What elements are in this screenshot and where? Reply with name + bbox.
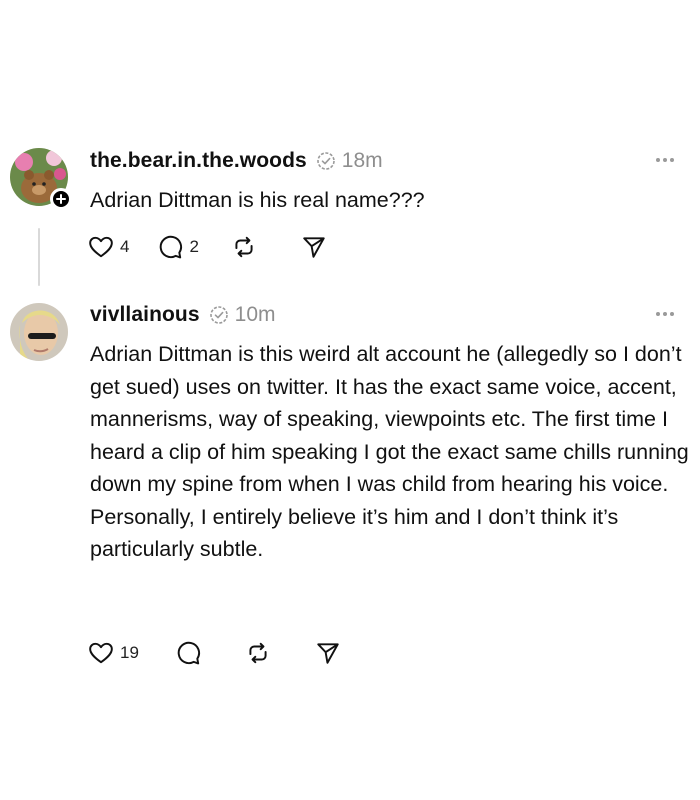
- post-text: Adrian Dittman is his real name???: [90, 188, 425, 212]
- share-button[interactable]: [315, 640, 341, 666]
- share-button[interactable]: [301, 234, 327, 260]
- action-bar: 4 2: [88, 234, 327, 260]
- like-count: 4: [120, 237, 130, 256]
- repost-button[interactable]: [245, 640, 271, 666]
- post-header: the.bear.in.the.woods 18m: [90, 147, 383, 175]
- thread-line: [38, 228, 40, 286]
- person-avatar-icon: [10, 303, 68, 361]
- username[interactable]: the.bear.in.the.woods: [90, 149, 307, 173]
- reply-button[interactable]: [175, 640, 201, 666]
- avatar[interactable]: [10, 303, 68, 361]
- verified-icon: [209, 305, 229, 325]
- more-icon[interactable]: [656, 312, 674, 316]
- post-2: vivllainous 10m Adrian Dittman is this w…: [0, 290, 700, 690]
- follow-button[interactable]: [50, 188, 72, 210]
- more-icon[interactable]: [656, 158, 674, 162]
- timestamp: 10m: [234, 303, 276, 326]
- plus-icon: [56, 194, 66, 204]
- action-bar: 19: [88, 640, 341, 666]
- like-button[interactable]: 19: [88, 640, 139, 666]
- comment-icon: [160, 235, 183, 259]
- post-text: Adrian Dittman is this weird alt account…: [90, 342, 689, 561]
- like-count: 19: [120, 643, 139, 662]
- reply-count: 2: [189, 237, 199, 256]
- timestamp: 18m: [341, 149, 383, 172]
- send-icon: [317, 643, 339, 664]
- comment-icon: [177, 641, 200, 665]
- reply-button[interactable]: 2: [157, 234, 199, 260]
- repost-icon: [235, 236, 253, 258]
- username[interactable]: vivllainous: [90, 303, 200, 327]
- repost-icon: [249, 642, 267, 664]
- repost-button[interactable]: [231, 234, 257, 260]
- post-1: the.bear.in.the.woods 18m Adrian Dittman…: [0, 0, 700, 290]
- verified-icon: [316, 151, 336, 171]
- send-icon: [303, 237, 325, 258]
- heart-icon: [89, 642, 113, 664]
- like-button[interactable]: 4: [88, 234, 129, 260]
- heart-icon: [89, 236, 113, 258]
- post-header: vivllainous 10m: [90, 301, 276, 329]
